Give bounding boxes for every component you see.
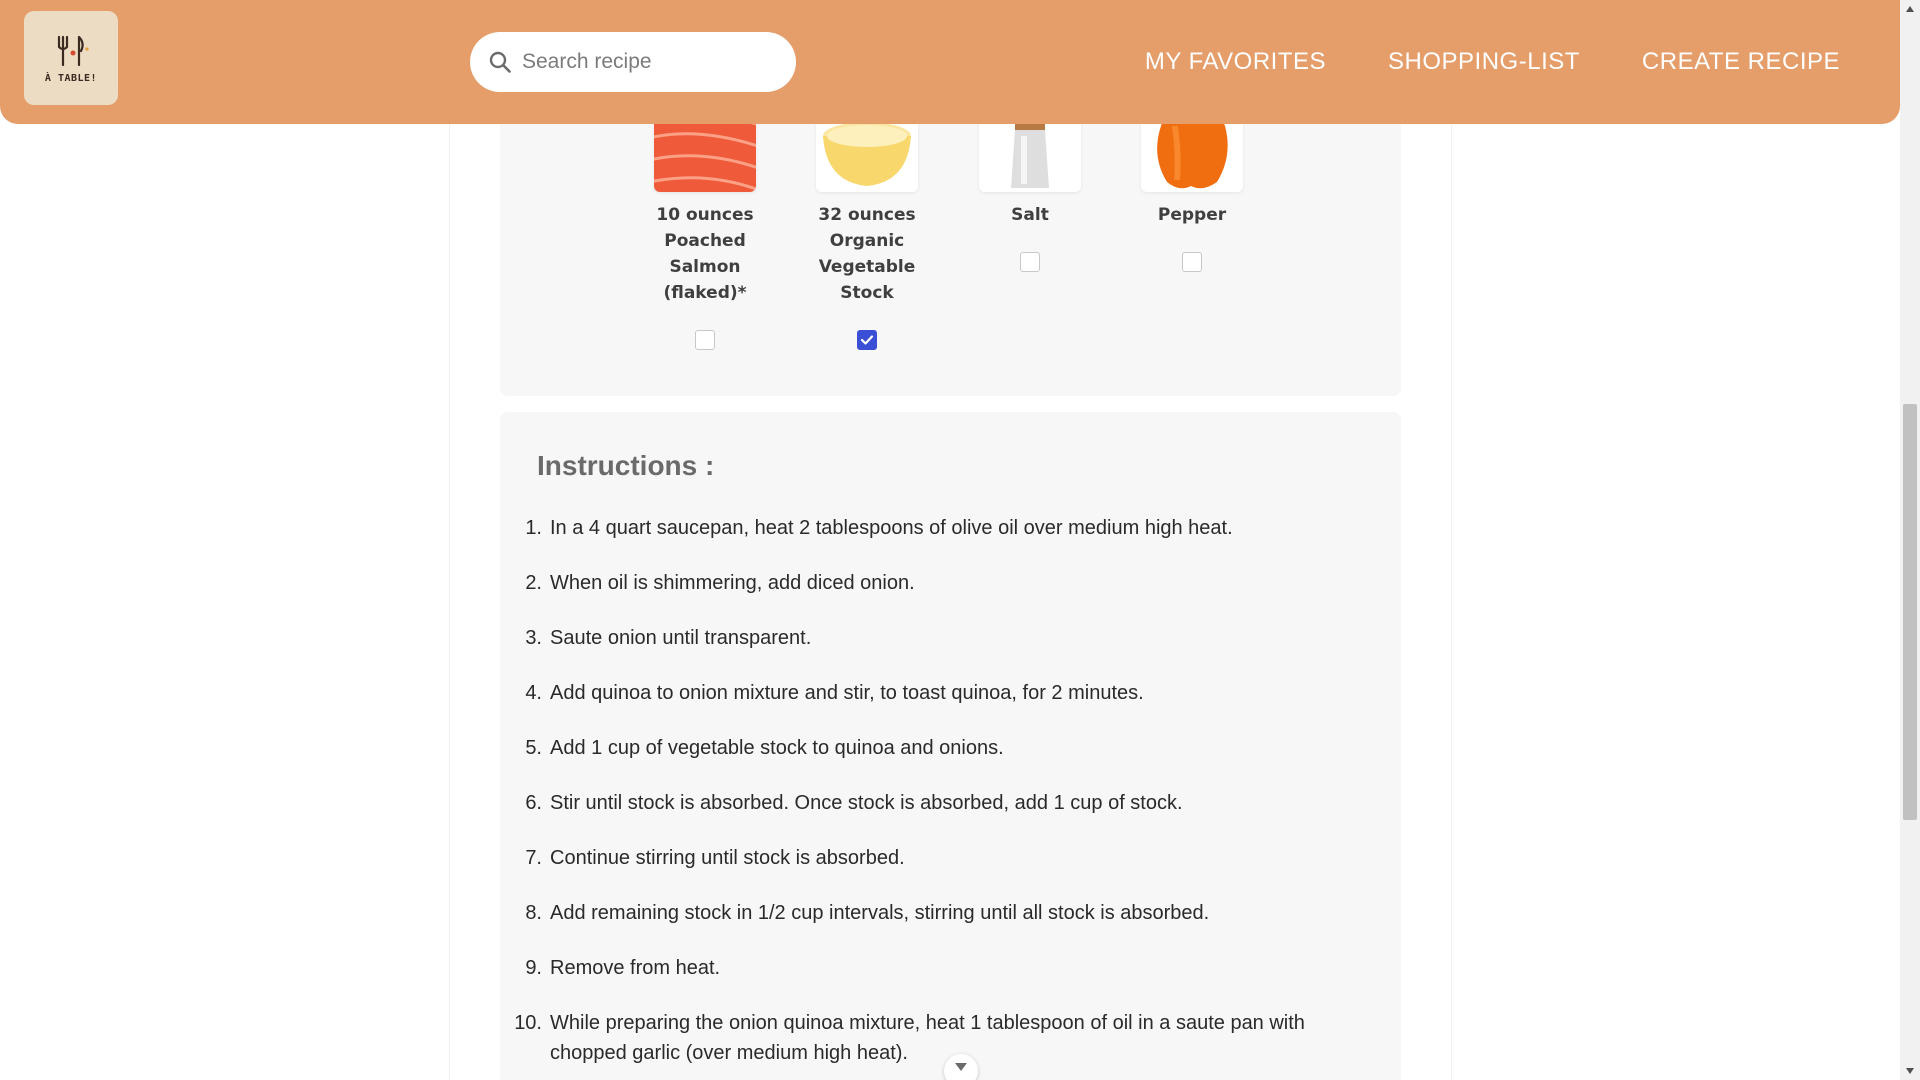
step-text: Add remaining stock in 1/2 cup intervals… bbox=[550, 902, 1210, 924]
step-number: 1. bbox=[525, 517, 542, 539]
top-header: À TABLE! MY FAVORITES SHOPPING-LIST CREA… bbox=[0, 0, 1900, 124]
step-text: When oil is shimmering, add diced onion. bbox=[550, 572, 915, 594]
recipe-page: 10 ounces Poached Salmon (flaked)* 32 ou… bbox=[449, 0, 1452, 1080]
ingredient-item: 32 ounces Organic Vegetable Stock bbox=[802, 96, 932, 350]
scroll-up-arrow-icon[interactable] bbox=[1906, 6, 1914, 12]
scroll-thumb[interactable] bbox=[1903, 404, 1917, 820]
search-icon bbox=[489, 51, 511, 73]
step-text: Saute onion until transparent. bbox=[550, 627, 812, 649]
logo-text: À TABLE! bbox=[44, 72, 98, 84]
instructions-panel: Instructions : 1. In a 4 quart saucepan,… bbox=[500, 412, 1401, 1080]
main-nav: MY FAVORITES SHOPPING-LIST CREATE RECIPE bbox=[1145, 0, 1840, 124]
step-number: 4. bbox=[525, 682, 542, 704]
ingredient-checkbox[interactable] bbox=[1020, 252, 1040, 272]
ingredient-label: Pepper bbox=[1157, 205, 1227, 225]
step-text: Add quinoa to onion mixture and stir, to… bbox=[550, 682, 1144, 704]
step-number: 8. bbox=[525, 902, 542, 924]
site-logo[interactable]: À TABLE! bbox=[24, 11, 118, 105]
checkmark-icon bbox=[860, 335, 874, 345]
nav-shopping-list[interactable]: SHOPPING-LIST bbox=[1388, 48, 1580, 76]
ingredient-checkbox[interactable] bbox=[1182, 252, 1202, 272]
step-number: 5. bbox=[525, 737, 542, 759]
ingredient-checkbox[interactable] bbox=[695, 330, 715, 350]
instructions-title: Instructions : bbox=[537, 450, 715, 481]
step-number: 9. bbox=[525, 957, 542, 979]
ingredient-label: 32 ounces Organic Vegetable Stock bbox=[818, 205, 916, 303]
ingredient-label: Salt bbox=[1011, 205, 1049, 225]
step-text: In a 4 quart saucepan, heat 2 tablespoon… bbox=[550, 517, 1233, 539]
ingredient-item: Pepper bbox=[1127, 96, 1257, 272]
search-box[interactable] bbox=[470, 32, 796, 92]
nav-my-favorites[interactable]: MY FAVORITES bbox=[1145, 48, 1326, 76]
step-number: 10. bbox=[514, 1012, 542, 1034]
fork-knife-icon bbox=[57, 35, 89, 66]
step-number: 3. bbox=[525, 627, 542, 649]
search-input[interactable] bbox=[522, 50, 782, 74]
ingredient-item: 10 ounces Poached Salmon (flaked)* bbox=[640, 96, 770, 350]
step-number: 7. bbox=[525, 847, 542, 869]
ingredient-item: Salt bbox=[965, 96, 1095, 272]
scroll-down-button[interactable] bbox=[944, 1054, 978, 1080]
step-text: Remove from heat. bbox=[550, 957, 721, 979]
step-number: 6. bbox=[525, 792, 542, 814]
step-text: Add 1 cup of vegetable stock to quinoa a… bbox=[550, 737, 1004, 759]
nav-create-recipe[interactable]: CREATE RECIPE bbox=[1642, 48, 1840, 76]
step-text: Continue stirring until stock is absorbe… bbox=[550, 847, 905, 869]
ingredient-checkbox[interactable] bbox=[857, 330, 877, 350]
scroll-down-arrow-icon[interactable] bbox=[1906, 1068, 1914, 1074]
step-number: 2. bbox=[525, 572, 542, 594]
chevron-down-icon bbox=[955, 1063, 967, 1071]
step-text: Stir until stock is absorbed. Once stock… bbox=[550, 792, 1183, 814]
page-scrollbar[interactable] bbox=[1900, 0, 1920, 1080]
ingredient-label: 10 ounces Poached Salmon (flaked)* bbox=[656, 205, 754, 303]
